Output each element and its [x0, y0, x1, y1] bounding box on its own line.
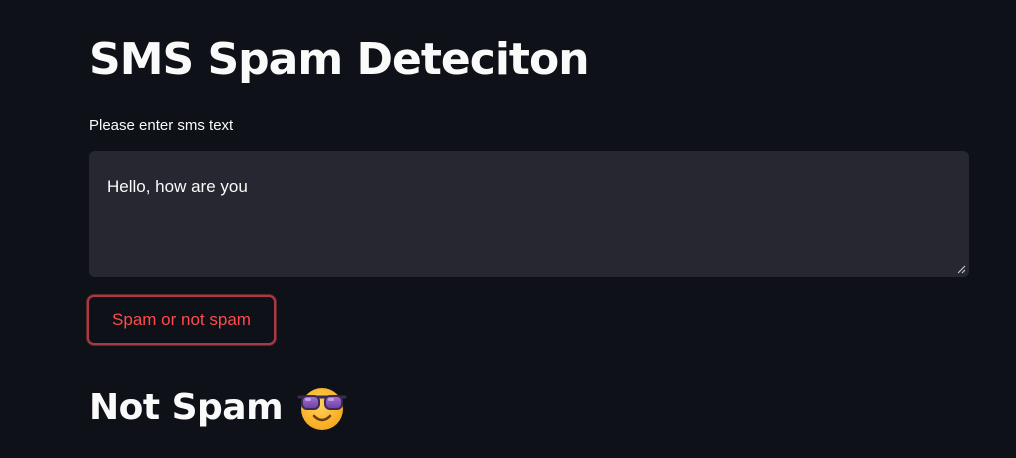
textarea-label: Please enter sms text: [89, 117, 234, 134]
resize-handle-icon[interactable]: [957, 265, 966, 274]
spam-check-button[interactable]: Spam or not spam: [87, 295, 276, 345]
main-container: SMS Spam Deteciton Please enter sms text…: [0, 0, 1016, 458]
result-text: Not Spam: [89, 387, 284, 428]
sms-textarea-container: Hello, how are you: [89, 151, 969, 277]
sms-textarea[interactable]: Hello, how are you: [89, 151, 969, 277]
smiling-face-with-sunglasses-icon: [297, 388, 347, 430]
result-heading: Not Spam: [89, 382, 347, 434]
page-title: SMS Spam Deteciton: [89, 34, 590, 85]
